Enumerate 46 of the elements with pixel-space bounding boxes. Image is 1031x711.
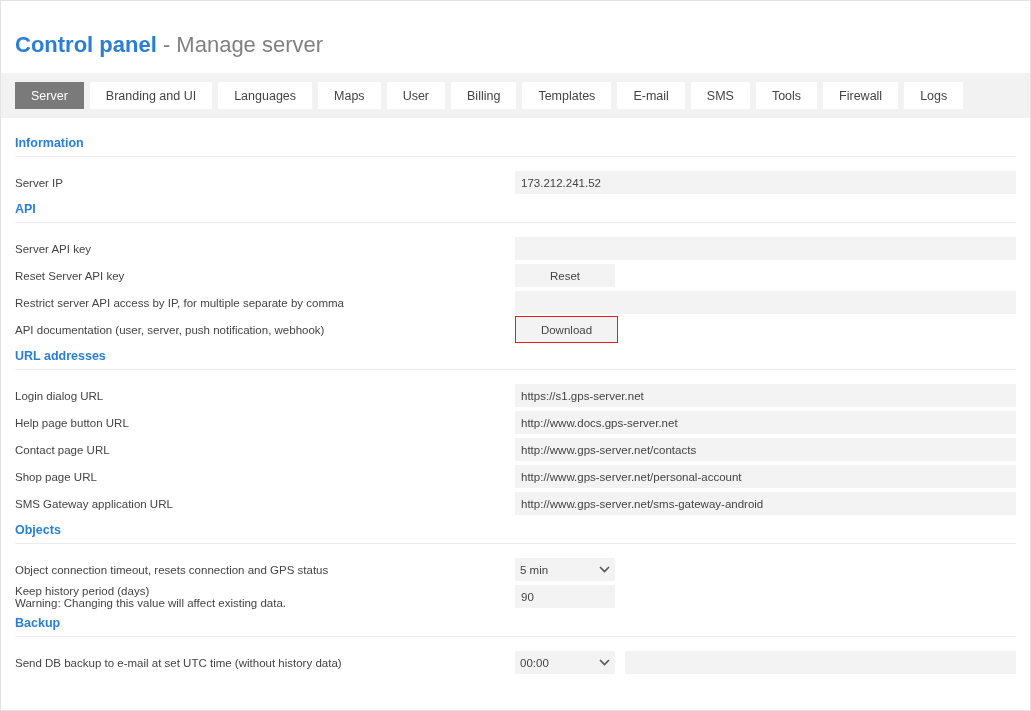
- row-label: Contact page URL: [15, 443, 111, 456]
- row-label: SMS Gateway application URL: [15, 497, 174, 510]
- chevron-down-icon: [599, 659, 610, 666]
- row-label: API documentation (user, server, push notification, webhook): [15, 323, 326, 336]
- section-heading: Information: [15, 136, 85, 152]
- tab[interactable]: Firewall: [823, 82, 899, 109]
- row-label: Help page button URL: [15, 416, 130, 429]
- input-field[interactable]: http://www.docs.gps-server.net: [515, 411, 1016, 434]
- tab[interactable]: SMS: [690, 82, 750, 109]
- section-heading: Objects: [15, 523, 62, 539]
- tab[interactable]: Languages: [218, 82, 313, 109]
- tab[interactable]: Logs: [904, 82, 964, 109]
- button-action-button[interactable]: Reset: [515, 264, 615, 287]
- tab[interactable]: Billing: [451, 82, 517, 109]
- section-heading: URL addresses: [15, 349, 107, 365]
- input-field[interactable]: 90: [515, 585, 615, 608]
- input-field[interactable]: 173.212.241.52: [515, 171, 1016, 194]
- tab[interactable]: User: [386, 82, 446, 109]
- page-subtitle: - Manage server: [162, 32, 324, 57]
- chevron-down-icon: [599, 566, 610, 573]
- dropdown[interactable]: 00:00: [515, 651, 615, 674]
- input-field[interactable]: http://www.gps-server.net/sms-gateway-android: [515, 492, 1016, 515]
- row-label: Object connection timeout, resets connection and GPS status: [15, 563, 330, 576]
- page-title: Control panel: [15, 32, 157, 57]
- row-label: Send DB backup to e-mail at set UTC time (without history data): [15, 656, 343, 669]
- tab[interactable]: Tools: [755, 82, 818, 109]
- warning-note: Warning: Changing this value will affect existing data.: [15, 596, 288, 609]
- tab[interactable]: Maps: [318, 82, 381, 109]
- row-label: Keep history period (days): [15, 584, 151, 597]
- row-label: Shop page URL: [15, 470, 98, 483]
- row-label: Server API key: [15, 242, 93, 255]
- tab[interactable]: E-mail: [617, 82, 685, 109]
- row-label: Server IP: [15, 176, 64, 189]
- tab[interactable]: Branding and UI: [89, 82, 213, 109]
- section-heading: Backup: [15, 616, 62, 632]
- dropdown[interactable]: 5 min: [515, 558, 615, 581]
- row-label: Restrict server API access by IP, for multiple separate by comma: [15, 296, 345, 309]
- input-field[interactable]: http://www.gps-server.net/personal-account: [515, 465, 1016, 488]
- input-field[interactable]: http://www.gps-server.net/contacts: [515, 438, 1016, 461]
- row-label: Login dialog URL: [15, 389, 105, 402]
- tab[interactable]: Templates: [522, 82, 612, 109]
- button-action-button[interactable]: Download: [515, 316, 618, 343]
- tab[interactable]: Server: [15, 82, 84, 109]
- row-label: Reset Server API key: [15, 269, 126, 282]
- section-heading: API: [15, 202, 37, 218]
- input-field[interactable]: https://s1.gps-server.net: [515, 384, 1016, 407]
